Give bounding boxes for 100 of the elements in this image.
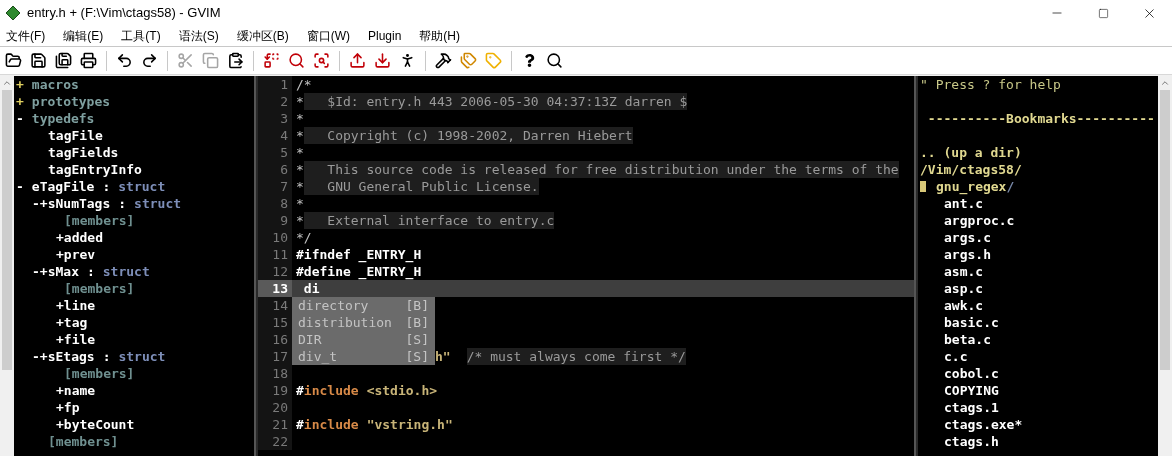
tag-name[interactable]: sNumTags — [47, 195, 111, 212]
tag-name[interactable]: prototypes — [31, 93, 111, 110]
line-number: 21 — [258, 416, 292, 433]
explorer-file-entry[interactable]: args.h — [920, 246, 991, 263]
explorer-file-entry[interactable]: ctags.exe* — [920, 416, 1023, 433]
line-number: 17 — [258, 348, 292, 365]
tag-name[interactable]: +line — [56, 297, 96, 314]
explorer-file-entry[interactable]: asp.c — [920, 280, 984, 297]
line-number: 16 — [258, 331, 292, 348]
code-text: # — [296, 382, 304, 399]
completion-kind: [B] — [405, 314, 429, 331]
explorer-file-entry[interactable]: argproc.c — [920, 212, 1015, 229]
code-text: * — [296, 144, 304, 161]
tag-name[interactable]: +file — [56, 331, 96, 348]
menu-item[interactable]: 窗口(W) — [302, 27, 354, 45]
tag-name[interactable]: tagFields — [48, 144, 119, 161]
search-icon — [546, 52, 563, 69]
fold-sign[interactable]: -+ — [32, 195, 48, 212]
folder-icon — [5, 52, 22, 69]
scroll-up-icon[interactable] — [1160, 78, 1170, 88]
scrollbar[interactable] — [0, 76, 14, 456]
tag-name[interactable]: +byteCount — [56, 416, 135, 433]
fold-sign[interactable]: + — [16, 93, 24, 110]
menu-item[interactable]: 工具(T) — [117, 27, 165, 45]
floppy-icon — [30, 52, 47, 69]
code-text: include — [303, 416, 359, 433]
tag-type: struct — [134, 195, 182, 212]
tag-name[interactable]: +prev — [56, 246, 96, 263]
directory-link[interactable]: .. (up a dir) — [920, 144, 1022, 161]
fold-sign[interactable]: - — [16, 110, 24, 127]
app-icon — [5, 5, 21, 21]
line-number: 9 — [258, 212, 292, 229]
directory-link[interactable]: /Vim/ctags58/ — [920, 161, 1022, 178]
explorer-file-entry[interactable]: awk.c — [920, 297, 984, 314]
scroll-up-icon[interactable] — [2, 78, 12, 88]
fold-sign[interactable]: -+ — [32, 263, 48, 280]
line-number: 13 — [258, 280, 292, 297]
hammer-icon — [435, 52, 452, 69]
tag-type: struct — [118, 348, 166, 365]
tag-name[interactable]: eTagFile — [31, 178, 95, 195]
menu-item[interactable]: 编辑(E) — [59, 27, 108, 45]
menu-item[interactable]: 帮助(H) — [415, 27, 464, 45]
menu-item[interactable]: 文件(F) — [2, 27, 50, 45]
explorer-file-entry[interactable]: args.c — [920, 229, 991, 246]
tag-name[interactable]: tagEntryInfo — [48, 161, 142, 178]
explorer-file-entry[interactable]: basic.c — [920, 314, 999, 331]
tag-name[interactable]: +tag — [56, 314, 88, 331]
search-icon — [288, 52, 305, 69]
tag-name[interactable]: [members] — [64, 365, 135, 382]
tag-name[interactable]: sEtags — [47, 348, 95, 365]
tag-name[interactable]: +fp — [56, 399, 80, 416]
explorer-file-entry[interactable]: asm.c — [920, 263, 984, 280]
scrollbar[interactable] — [1158, 76, 1172, 456]
fold-sign[interactable]: + — [16, 76, 24, 93]
tag-icon — [485, 52, 502, 69]
printer-icon — [80, 52, 97, 69]
tag-name[interactable]: +added — [56, 229, 103, 246]
explorer-file-entry[interactable]: c.c — [920, 348, 968, 365]
tag-name[interactable]: macros — [31, 76, 79, 93]
menu-item[interactable]: 语法(S) — [174, 27, 223, 45]
tag-name[interactable]: tagFile — [48, 127, 103, 144]
line-number: 11 — [258, 246, 292, 263]
tag-name[interactable]: [members] — [64, 280, 135, 297]
help-hint: " Press ? for help — [920, 76, 1061, 93]
fold-sign[interactable]: - — [16, 178, 24, 195]
line-number: 8 — [258, 195, 292, 212]
explorer-file-entry[interactable]: cobol.c — [920, 365, 999, 382]
menu-item[interactable]: Plugin — [364, 27, 406, 45]
folder-name[interactable]: gnu_regex — [936, 178, 1007, 195]
menu-item[interactable]: 缓冲区(B) — [232, 27, 293, 45]
code-text: di — [302, 280, 320, 297]
line-number: 4 — [258, 127, 292, 144]
scrollbar-thumb[interactable] — [1160, 90, 1170, 370]
code-text: */ — [296, 229, 312, 246]
undo-icon — [116, 52, 133, 69]
scrollbar-thumb[interactable] — [2, 90, 12, 370]
explorer-file-entry[interactable]: COPYING — [920, 382, 999, 399]
tag-name[interactable]: typedefs — [31, 110, 95, 127]
line-number: 18 — [258, 365, 292, 382]
separator-colon: : — [118, 195, 127, 212]
code-text: * — [296, 178, 304, 195]
tag-name[interactable]: [members] — [64, 212, 135, 229]
completion-kind: [B] — [405, 297, 429, 314]
redo-icon — [141, 52, 158, 69]
completion-kind: [S] — [405, 331, 429, 348]
tag-name[interactable]: [members] — [48, 433, 119, 450]
explorer-file-entry[interactable]: ant.c — [920, 195, 984, 212]
explorer-file-entry[interactable]: beta.c — [920, 331, 991, 348]
tag-name[interactable]: sMax — [47, 263, 79, 280]
code-text: * — [296, 93, 304, 110]
bookmarks-heading: ----------Bookmarks---------- — [926, 110, 1155, 127]
maximize-icon — [1097, 7, 1109, 19]
fold-sign[interactable]: -+ — [32, 348, 48, 365]
line-number: 20 — [258, 399, 292, 416]
completion-word: directory — [298, 297, 369, 314]
code-text: $Id: entry.h 443 2006-05-30 04:37:13Z darren $ — [303, 93, 688, 110]
line-number: 14 — [258, 297, 292, 314]
explorer-file-entry[interactable]: ctags.1 — [920, 399, 999, 416]
explorer-file-entry[interactable]: ctags.h — [920, 433, 999, 450]
tag-name[interactable]: +name — [56, 382, 96, 399]
